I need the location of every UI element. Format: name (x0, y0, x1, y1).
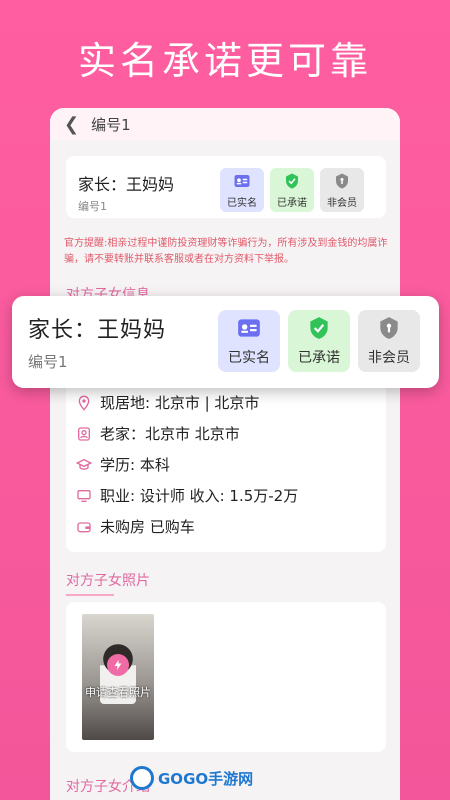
verified-badge-large[interactable]: 已实名 (218, 310, 280, 372)
photo-card: 申请查看照片 (66, 602, 386, 752)
check-shield-icon (310, 317, 328, 339)
site-watermark: GOGO手游网 (130, 766, 253, 790)
badge-label: 已承诺 (298, 350, 340, 366)
badge-label: 非会员 (368, 350, 410, 366)
info-row-occupation: 职业: 设计师 收入: 1.5万-2万 (76, 485, 298, 506)
nav-title: 编号1 (91, 115, 131, 134)
wallet-icon (77, 521, 91, 532)
section-underline (66, 594, 114, 596)
badge-label: 已承诺 (277, 197, 307, 209)
section-title-photos: 对方子女照片 (66, 573, 150, 589)
id-card-icon (238, 319, 260, 337)
hero-title: 实名承诺更可靠 (77, 39, 372, 83)
parent-name-large: 家长：王妈妈 (28, 318, 167, 343)
info-text: 学历: 本科 (100, 456, 170, 474)
hometown-icon (78, 426, 90, 441)
info-row-residence: 现居地: 北京市 | 北京市 (76, 392, 259, 413)
badge-label: 非会员 (327, 197, 357, 209)
location-icon (78, 395, 90, 411)
check-shield-icon (286, 173, 298, 188)
request-photo-text[interactable]: 申请查看照片 (82, 684, 154, 700)
safety-notice: 官方提醒:相亲过程中谨防投资理财等诈骗行为，所有涉及到金钱的均属诈骗，请不要转账… (64, 238, 388, 265)
info-row-property: 未购房 已购车 (76, 516, 195, 537)
promised-badge[interactable]: 已承诺 (270, 168, 314, 212)
child-photo-thumbnail[interactable]: 申请查看照片 (82, 614, 154, 740)
watermark-logo-icon (130, 766, 154, 790)
id-card-icon (234, 174, 250, 187)
info-text: 现居地: 北京市 | 北京市 (100, 394, 260, 412)
nav-bar: ❮ 编号1 (50, 108, 400, 140)
profile-id: 编号1 (78, 200, 107, 213)
back-arrow-icon[interactable]: ❮ (64, 114, 79, 135)
verified-badge[interactable]: 已实名 (220, 168, 264, 212)
profile-card-zoomed: 家长：王妈妈 编号1 已实名 已承诺 非会员 (12, 296, 439, 388)
promised-badge-large[interactable]: 已承诺 (288, 310, 350, 372)
graduation-cap-icon (76, 458, 92, 470)
non-member-badge[interactable]: 非会员 (320, 168, 364, 212)
lightning-icon (107, 654, 129, 676)
profile-card-small: 家长：王妈妈 编号1 已实名 已承诺 非会员 (66, 156, 386, 218)
info-text: 未购房 已购车 (100, 518, 195, 536)
info-text: 老家：北京市 北京市 (100, 425, 240, 443)
shield-icon (336, 173, 348, 188)
phone-screen: ❮ 编号1 家长：王妈妈 编号1 已实名 已承诺 非会员 官方提醒:相亲过程中谨… (50, 108, 400, 800)
parent-name: 家长：王妈妈 (78, 175, 175, 194)
info-text: 职业: 设计师 收入: 1.5万-2万 (100, 487, 299, 505)
info-card: 现居地: 北京市 | 北京市 老家：北京市 北京市 学历: 本科 职业: 设计师… (66, 376, 386, 552)
profile-id-large: 编号1 (28, 353, 68, 371)
computer-icon (77, 489, 91, 502)
shield-icon (380, 317, 398, 339)
watermark-text: GOGO手游网 (158, 769, 254, 788)
info-row-hometown: 老家：北京市 北京市 (76, 423, 240, 444)
badge-label: 已实名 (227, 197, 257, 209)
badge-label: 已实名 (228, 350, 270, 366)
info-row-education: 学历: 本科 (76, 454, 170, 475)
non-member-badge-large[interactable]: 非会员 (358, 310, 420, 372)
